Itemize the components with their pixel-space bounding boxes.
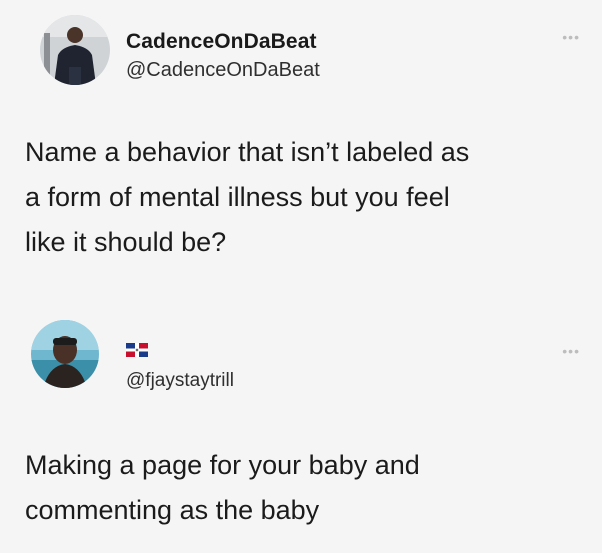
post-text: Making a page for your baby and commenti… (25, 450, 420, 525)
more-options-icon[interactable]: ••• (562, 344, 580, 358)
tweet-post-cadence: CadenceOnDaBeat @CadenceOnDaBeat ••• Nam… (0, 0, 602, 300)
tweet-post-fjay: @fjaystaytrill ••• Making a page for you… (0, 300, 602, 553)
avatar[interactable] (40, 15, 110, 85)
user-photo-avatar-icon (40, 15, 110, 85)
display-name[interactable]: CadenceOnDaBeat (126, 30, 317, 54)
user-handle[interactable]: @CadenceOnDaBeat (126, 59, 320, 82)
post-text: Name a behavior that isn’t labeled as a … (25, 137, 470, 257)
avatar[interactable] (31, 320, 99, 388)
user-handle[interactable]: @fjaystaytrill (126, 370, 234, 392)
more-options-icon[interactable]: ••• (562, 30, 580, 44)
user-photo-avatar-icon (31, 320, 99, 388)
dominican-republic-flag-icon (126, 343, 148, 357)
